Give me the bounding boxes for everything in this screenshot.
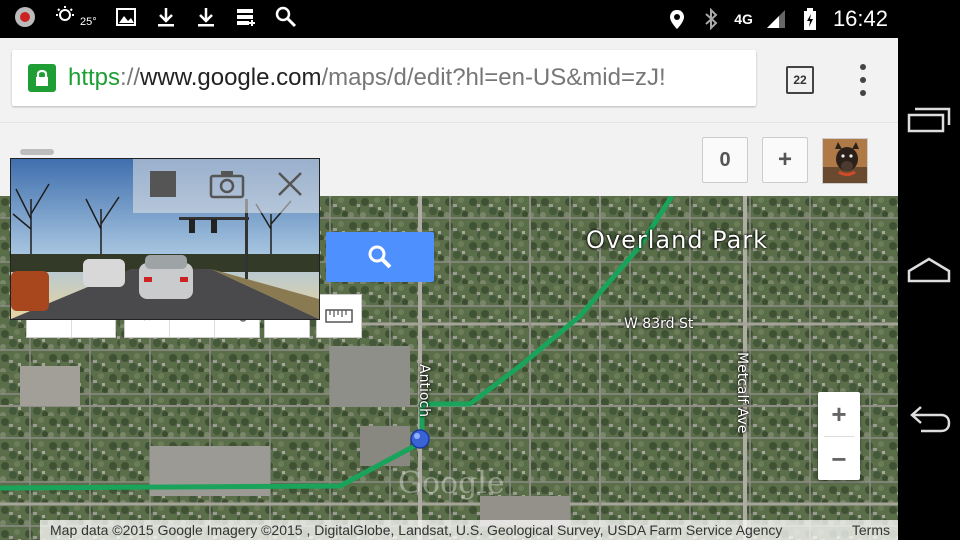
place-label: Overland Park (586, 226, 769, 254)
url-text: https://www.google.com/maps/d/edit?hl=en… (68, 64, 666, 92)
camera-preview-overlay (10, 158, 320, 320)
url-path: /maps/d/edit?hl=en-US&mid=zJ! (321, 64, 666, 91)
network-type: 4G (734, 11, 753, 27)
zoom-control: + − (818, 392, 860, 480)
image-icon (115, 6, 137, 28)
zoom-in-button[interactable]: + (818, 392, 860, 436)
preview-controls (133, 159, 319, 213)
camera-icon (209, 170, 245, 198)
count-button[interactable]: 0 (702, 137, 748, 183)
search-button[interactable] (326, 232, 434, 282)
url-input[interactable]: https://www.google.com/maps/d/edit?hl=en… (12, 50, 756, 106)
street-label-w83rd: W 83rd St (624, 316, 694, 332)
stop-icon (150, 170, 177, 197)
download-icon (155, 6, 177, 28)
search-icon (368, 245, 392, 269)
measure-button[interactable] (316, 294, 362, 338)
browser-toolbar: https://www.google.com/maps/d/edit?hl=en… (0, 38, 898, 122)
clock: 16:42 (832, 6, 888, 31)
status-bar: 25° 4G 16:42 (0, 0, 898, 38)
recent-apps-icon[interactable] (904, 100, 954, 140)
map-attribution: Map data ©2015 Google Imagery ©2015 , Di… (40, 520, 898, 540)
add-button[interactable]: + (762, 137, 808, 183)
bluetooth-icon (700, 8, 722, 30)
location-search-icon (275, 6, 297, 28)
street-label-metcalf: Metcalf Ave (734, 352, 750, 434)
home-icon[interactable] (904, 250, 954, 290)
close-preview-button[interactable] (276, 170, 304, 203)
overflow-menu-icon[interactable] (856, 64, 870, 96)
street-label-antioch: Antioch (416, 364, 432, 417)
url-scheme: https (68, 64, 121, 91)
close-icon (277, 171, 302, 196)
avatar[interactable] (822, 138, 868, 184)
terms-link[interactable]: Terms (852, 522, 890, 538)
stop-button[interactable] (148, 169, 178, 204)
drawer-handle[interactable] (20, 149, 54, 155)
tab-switcher-button[interactable]: 22 (786, 66, 814, 94)
record-icon (14, 6, 36, 28)
secure-lock-icon (28, 64, 56, 92)
download-icon-2 (195, 6, 217, 28)
url-host: www.google.com (140, 64, 322, 91)
zoom-out-button[interactable]: − (818, 437, 860, 481)
ruler-icon (325, 309, 353, 323)
battery-icon (799, 8, 821, 30)
weather-sun-icon (54, 6, 76, 28)
url-separator: :// (120, 64, 141, 91)
location-pin-icon (666, 8, 688, 30)
back-icon[interactable] (904, 400, 954, 440)
capture-button[interactable] (209, 169, 245, 204)
temperature-text: 25° (80, 16, 97, 28)
notification-icons: 25° (14, 6, 297, 28)
attribution-text: Map data ©2015 Google Imagery ©2015 , Di… (50, 522, 783, 538)
system-icons: 4G 16:42 (666, 6, 888, 32)
signal-icon (765, 8, 787, 30)
map-watermark: Google (398, 466, 505, 501)
system-nav-bar (898, 0, 960, 540)
storage-icon (235, 6, 257, 28)
